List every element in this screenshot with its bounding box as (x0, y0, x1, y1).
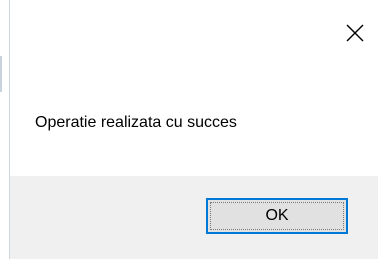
window-edge-accent (0, 56, 2, 92)
dialog-titlebar (10, 0, 378, 66)
ok-button[interactable]: OK (206, 198, 348, 234)
close-button[interactable] (336, 14, 374, 52)
dialog-footer: OK (10, 176, 378, 259)
close-icon (345, 23, 365, 43)
dialog-content: Operatie realizata cu succes (10, 66, 378, 176)
ok-button-label: OK (265, 207, 289, 224)
dialog-message: Operatie realizata cu succes (35, 114, 237, 131)
message-box-dialog: Operatie realizata cu succes OK (0, 0, 378, 259)
window-left-edge (0, 0, 10, 259)
